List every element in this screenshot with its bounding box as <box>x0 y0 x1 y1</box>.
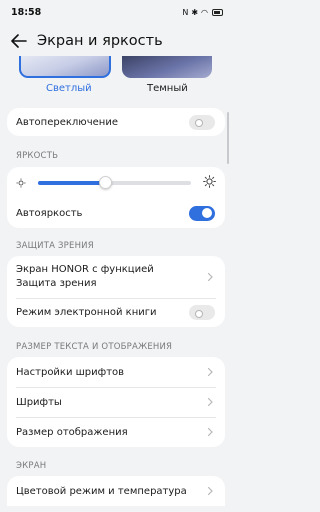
brightness-slider-thumb[interactable] <box>99 175 113 189</box>
nfc-icon: N <box>182 7 189 17</box>
chevron-right-icon <box>207 367 213 377</box>
auto-brightness-row[interactable]: Автояркость <box>7 198 225 228</box>
status-bar: 18:58 N ✱ ◠ <box>0 0 232 24</box>
auto-switch-toggle[interactable] <box>189 114 215 130</box>
text-display-card: Настройки шрифтов Шрифты Размер отображе… <box>7 357 225 447</box>
fonts-label: Шрифты <box>16 396 62 408</box>
brightness-slider-row <box>7 167 225 198</box>
display-size-row[interactable]: Размер отображения <box>7 417 225 447</box>
auto-brightness-label: Автояркость <box>16 207 83 219</box>
status-time: 18:58 <box>11 6 42 18</box>
auto-brightness-toggle[interactable] <box>189 205 215 221</box>
theme-light-label[interactable]: Светлый <box>46 83 92 94</box>
brightness-low-icon <box>16 173 26 192</box>
chevron-right-icon <box>207 272 213 282</box>
eye-protection-card: Экран HONOR с функцией Защита зрения Реж… <box>7 256 225 327</box>
auto-switch-card: Автопереключение <box>7 108 225 136</box>
ebook-mode-row[interactable]: Режим электронной книги <box>7 298 225 327</box>
theme-dark-label[interactable]: Темный <box>147 83 188 94</box>
brightness-slider[interactable] <box>38 175 191 189</box>
theme-dark-preview[interactable] <box>122 56 212 78</box>
color-mode-row[interactable]: Цветовой режим и температура <box>7 476 225 506</box>
ebook-mode-label: Режим электронной книги <box>16 307 157 318</box>
brightness-section-label: ЯРКОСТЬ <box>16 151 59 161</box>
theme-light-preview[interactable] <box>19 56 111 78</box>
text-display-section-label: РАЗМЕР ТЕКСТА И ОТОБРАЖЕНИЯ <box>16 342 173 352</box>
auto-switch-row[interactable]: Автопереключение <box>7 108 225 136</box>
battery-icon <box>212 8 223 16</box>
bluetooth-icon: ✱ <box>191 7 199 17</box>
scrollbar[interactable] <box>227 112 229 164</box>
display-size-label: Размер отображения <box>16 426 128 438</box>
eye-protection-section-label: ЗАЩИТА ЗРЕНИЯ <box>16 241 94 251</box>
theme-selector: Светлый Темный <box>0 56 232 98</box>
auto-switch-label: Автопереключение <box>16 116 118 128</box>
header: Экран и яркость <box>0 26 232 56</box>
status-icons: N ✱ ◠ <box>182 8 223 17</box>
honor-eye-protection-row[interactable]: Экран HONOR с функцией Защита зрения <box>7 256 225 298</box>
screen-section-label: ЭКРАН <box>16 461 47 471</box>
brightness-card: Автояркость <box>7 167 225 228</box>
chevron-right-icon <box>207 397 213 407</box>
fonts-row[interactable]: Шрифты <box>7 387 225 417</box>
screen-card: Цветовой режим и температура <box>7 476 225 506</box>
font-settings-label: Настройки шрифтов <box>16 366 125 378</box>
chevron-right-icon <box>207 486 213 496</box>
page-title: Экран и яркость <box>37 33 163 49</box>
ebook-mode-toggle[interactable] <box>189 305 215 320</box>
back-arrow-icon[interactable] <box>9 31 29 51</box>
honor-eye-protection-label: Экран HONOR с функцией Защита зрения <box>16 264 154 289</box>
brightness-high-icon <box>203 173 216 192</box>
brightness-slider-fill <box>38 180 106 185</box>
font-settings-row[interactable]: Настройки шрифтов <box>7 357 225 387</box>
wifi-icon: ◠ <box>201 7 208 17</box>
chevron-right-icon <box>207 427 213 437</box>
color-mode-label: Цветовой режим и температура <box>16 485 187 497</box>
